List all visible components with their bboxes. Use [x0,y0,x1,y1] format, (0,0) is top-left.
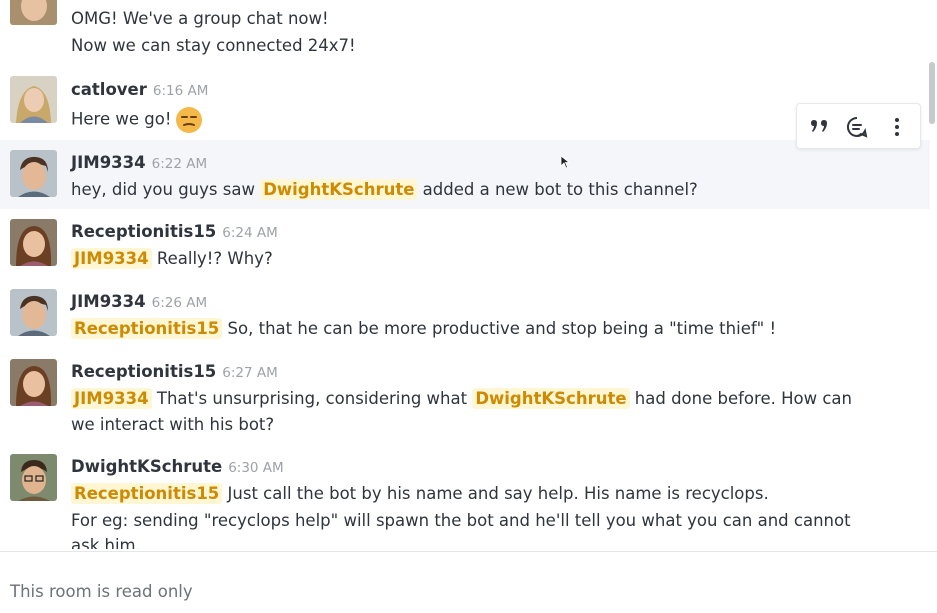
message-actions-toolbar [796,103,921,149]
timestamp: 6:22 AM [151,156,208,172]
avatar[interactable] [10,289,57,336]
message-text: added a new bot to this channel? [422,180,698,199]
quote-icon[interactable] [807,114,833,140]
username[interactable]: JIM9334 [71,292,146,311]
timestamp: 6:16 AM [152,83,209,99]
message-text: That's unsurprising, considering what [156,389,468,408]
message-feed[interactable]: OMG! We've a group chat now! Now we can … [0,0,930,549]
username[interactable]: Receptionitis15 [71,222,216,241]
user-mention[interactable]: JIM9334 [71,248,152,269]
user-mention[interactable]: DwightKSchrute [260,179,418,200]
timestamp: 6:27 AM [222,365,278,381]
user-mention[interactable]: Receptionitis15 [71,318,223,339]
user-mention[interactable]: Receptionitis15 [71,483,223,504]
unamused-face-emoji [176,107,203,133]
message-text: hey, did you guys saw [71,180,255,199]
avatar[interactable] [10,150,57,197]
message-item[interactable]: DwightKSchrute 6:30 AM Receptionitis15 Ju… [0,444,930,549]
message-text: ask him. [71,536,141,549]
message-text: Here we go! [71,109,172,129]
timestamp: 6:30 AM [228,460,284,476]
avatar[interactable] [10,359,57,406]
message-item[interactable]: Receptionitis15 6:27 AM JIM9334 That's un… [0,349,930,444]
kebab-menu-icon[interactable] [884,114,910,140]
message-text: we interact with his bot? [71,415,275,434]
reply-in-thread-icon[interactable] [844,114,870,140]
message-text: had done before. How can [634,389,852,408]
message-text: Now we can stay connected 24x7! [71,36,356,55]
mouse-cursor-icon [560,155,570,169]
timestamp: 6:24 AM [222,225,278,241]
avatar[interactable] [10,76,57,123]
message-text: So, that he can be more productive and s… [227,319,777,338]
username[interactable]: JIM9334 [71,153,146,172]
message-text: For eg: sending "recyclops help" will sp… [71,511,851,530]
message-item[interactable]: OMG! We've a group chat now! Now we can … [0,0,930,70]
username[interactable]: Receptionitis15 [71,362,216,381]
avatar[interactable] [10,454,57,501]
message-text: Really!? Why? [156,249,273,268]
username[interactable]: catlover [71,80,147,99]
user-mention[interactable]: DwightKSchrute [472,388,630,409]
username[interactable]: DwightKSchrute [71,457,222,476]
timestamp: 6:26 AM [151,295,208,311]
read-only-notice: This room is read only [10,582,193,601]
message-item[interactable]: JIM9334 6:26 AM Receptionitis15 So, that … [0,279,930,349]
message-item[interactable]: Receptionitis15 6:24 AM JIM9334 Really!? … [0,209,930,279]
avatar[interactable] [10,219,57,266]
avatar[interactable] [10,0,57,25]
scrollbar[interactable] [929,62,935,124]
divider [0,551,937,552]
message-text: OMG! We've a group chat now! [71,9,329,28]
message-text: Just call the bot by his name and say he… [227,484,769,503]
user-mention[interactable]: JIM9334 [71,388,152,409]
message-item[interactable]: JIM9334 6:22 AM hey, did you guys saw Dwi… [0,140,930,209]
message-item[interactable]: catlover 6:16 AM Here we go! [0,70,930,140]
